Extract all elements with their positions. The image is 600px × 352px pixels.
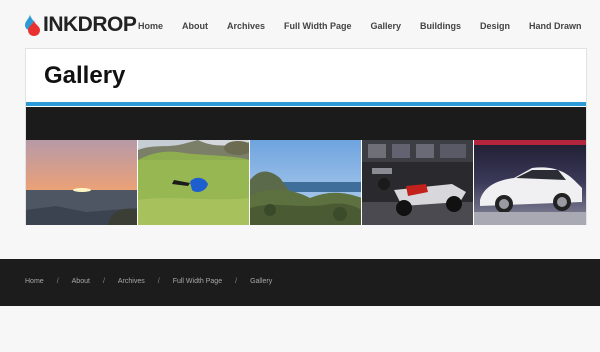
gallery-image-white-car[interactable]	[474, 140, 586, 225]
nav-item-design[interactable]: Design	[480, 21, 510, 31]
footer: Home / About / Archives / Full Width Pag…	[0, 259, 600, 306]
page-title: Gallery	[44, 62, 126, 89]
logo-wordmark: INKDROP	[43, 13, 137, 36]
breadcrumb-archives[interactable]: Archives	[118, 278, 145, 285]
gallery-strip	[26, 140, 586, 225]
breadcrumb-separator: /	[235, 278, 238, 285]
gallery-image-grass-field[interactable]	[138, 140, 250, 225]
breadcrumb-separator: /	[102, 278, 105, 285]
nav-item-hand-drawn[interactable]: Hand Drawn	[529, 21, 582, 31]
nav-item-full-width-page[interactable]: Full Width Page	[284, 21, 351, 31]
gallery-image-sunset[interactable]	[26, 140, 138, 225]
inkdrop-logo-icon	[25, 14, 41, 36]
gallery-image-race-car[interactable]	[362, 140, 474, 225]
breadcrumb-gallery[interactable]: Gallery	[250, 278, 272, 285]
breadcrumb-separator: /	[56, 278, 59, 285]
footer-breadcrumb: Home / About / Archives / Full Width Pag…	[25, 278, 272, 285]
header: INKDROP Home About Archives Full Width P…	[0, 0, 600, 50]
nav-item-gallery[interactable]: Gallery	[370, 21, 401, 31]
content-card: Gallery	[25, 48, 587, 225]
gallery-image-coastal-hills[interactable]	[250, 140, 362, 225]
gallery-header-band	[26, 107, 586, 140]
breadcrumb-home[interactable]: Home	[25, 278, 44, 285]
accent-divider	[26, 102, 586, 106]
breadcrumb-about[interactable]: About	[72, 278, 90, 285]
nav-item-about[interactable]: About	[182, 21, 208, 31]
breadcrumb-separator: /	[157, 278, 160, 285]
nav-item-home[interactable]: Home	[138, 21, 163, 31]
nav-item-buildings[interactable]: Buildings	[420, 21, 461, 31]
main-nav: Home About Archives Full Width Page Gall…	[138, 21, 600, 31]
site-logo[interactable]: INKDROP	[25, 13, 137, 36]
breadcrumb-full-width-page[interactable]: Full Width Page	[173, 278, 222, 285]
nav-item-archives[interactable]: Archives	[227, 21, 265, 31]
